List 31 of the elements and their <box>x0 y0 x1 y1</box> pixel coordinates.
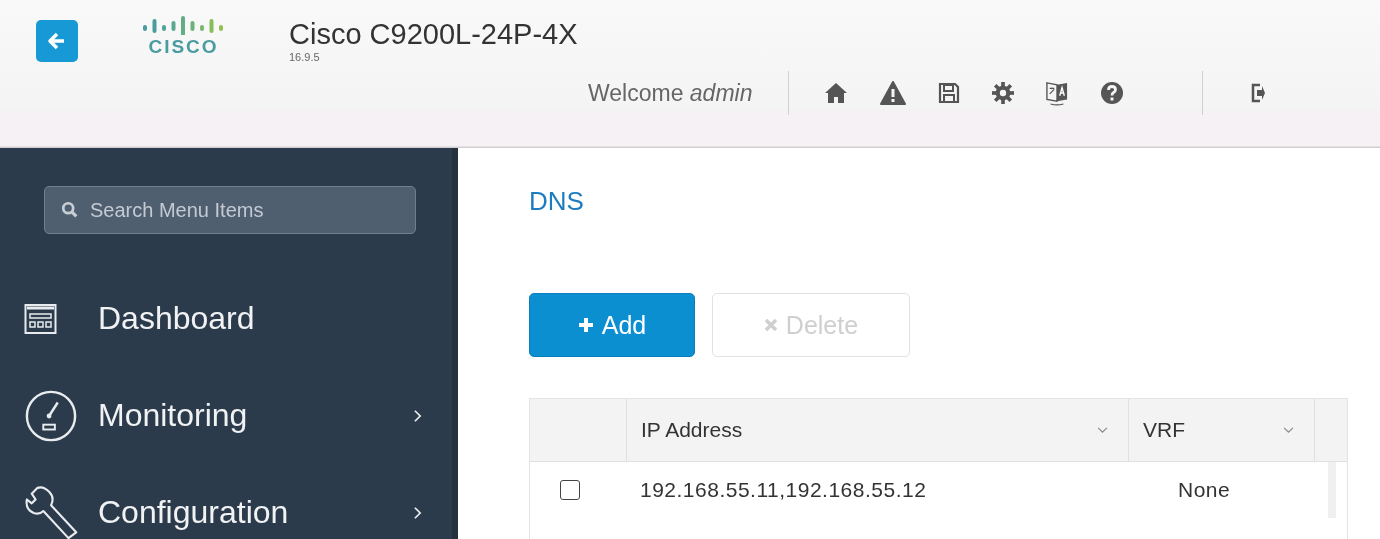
logout-icon[interactable] <box>1251 82 1266 104</box>
plus-icon <box>577 317 594 333</box>
caret-icon <box>1283 426 1294 434</box>
close-icon <box>763 318 778 332</box>
version-label: 16.9.5 <box>289 51 321 64</box>
device-title: Cisco C9200L-24P-4X <box>289 17 579 51</box>
menu-item[interactable]: Dashboard <box>0 270 452 367</box>
logo-text: CISCO <box>148 37 219 57</box>
caret-icon <box>1097 426 1108 434</box>
table-cell-text: 192.168.55.11,192.168.55.12 <box>639 478 928 502</box>
column-header[interactable]: VRF <box>1129 399 1315 461</box>
gauge-icon <box>24 388 78 443</box>
scrollbar[interactable] <box>1328 462 1336 518</box>
settings-icon[interactable] <box>992 82 1015 104</box>
dashboard-icon <box>24 301 58 336</box>
search-field[interactable]: Search Menu Items <box>44 186 416 234</box>
page-title: DNS <box>529 186 585 216</box>
column-header[interactable]: IP Address <box>627 399 1129 461</box>
warning-icon[interactable] <box>880 81 907 105</box>
translate-icon[interactable] <box>1046 80 1069 106</box>
add-button[interactable]: Add <box>529 293 695 357</box>
row-checkbox[interactable] <box>560 480 580 500</box>
menu-item[interactable]: Monitoring <box>0 367 452 464</box>
home-icon[interactable] <box>824 82 849 104</box>
menu-item[interactable]: Configuration <box>0 464 452 539</box>
help-icon[interactable] <box>1100 81 1125 105</box>
left-arrow-icon <box>47 31 67 51</box>
table-cell-text: None <box>1177 478 1232 502</box>
save-icon[interactable] <box>938 82 961 104</box>
back-button[interactable] <box>36 20 78 62</box>
welcome-text: Welcome admin <box>588 79 753 107</box>
